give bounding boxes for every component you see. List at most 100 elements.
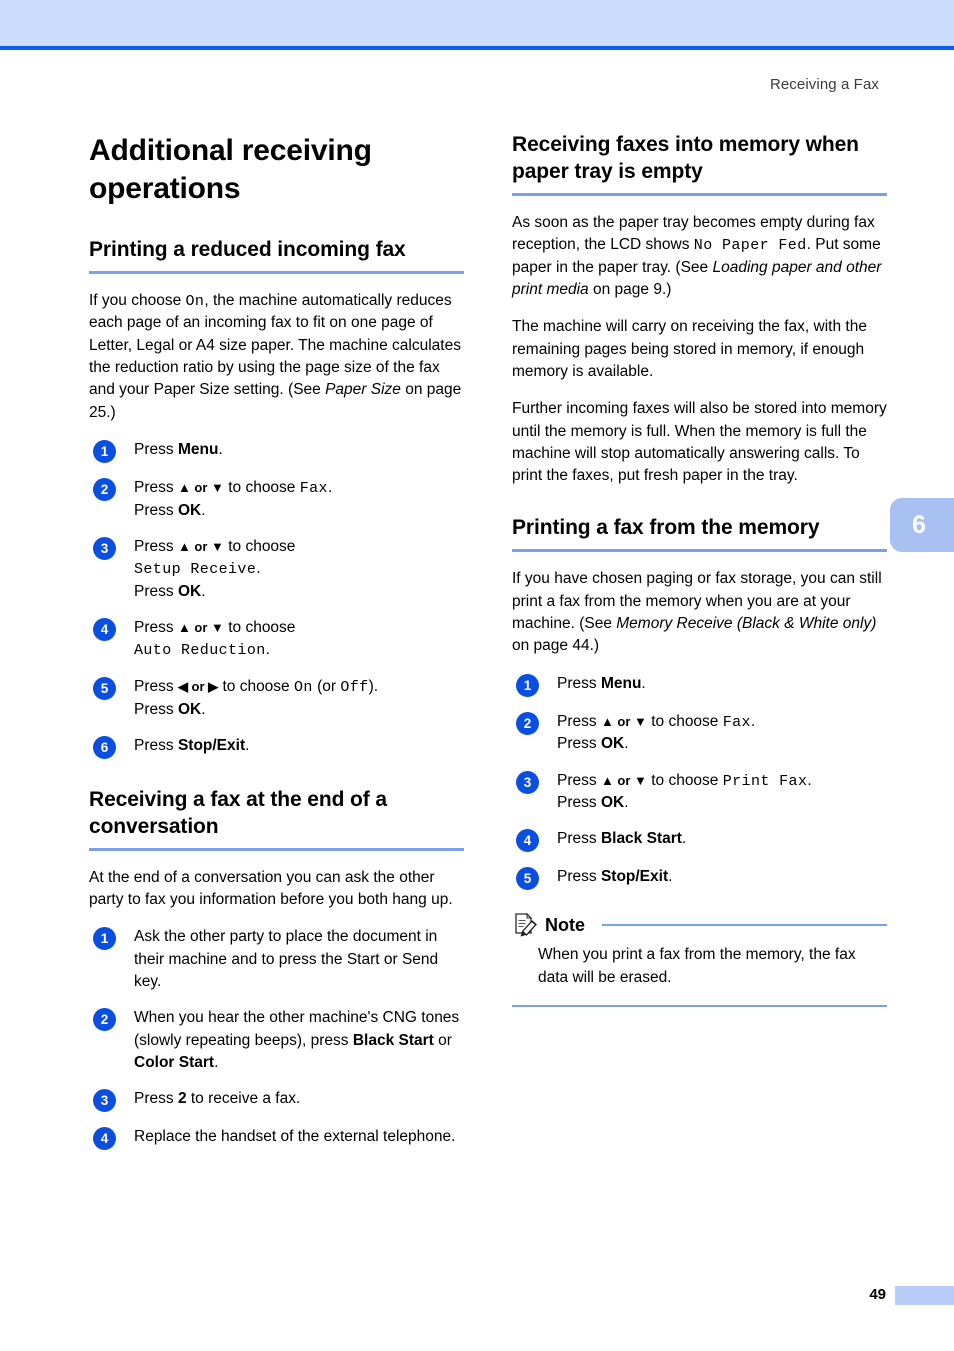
arrow-keys-icon: ◀ or ▶ (177, 679, 219, 695)
section-receiving-faxes-into-memory: Receiving faxes into memory when paper t… (512, 132, 887, 487)
text-run: . (641, 674, 646, 692)
text-run: Press (557, 771, 601, 789)
list-item: 1 Press Menu. (512, 673, 887, 697)
text-run: Press (557, 674, 601, 692)
text-run: Press (134, 537, 178, 555)
arrow-keys-icon: ▲ or ▼ (600, 772, 647, 788)
step-list: 1 Press Menu. 2 Press ▲ or ▼ to choose F… (89, 439, 464, 759)
section-printing-fax-from-memory: Printing a fax from the memory If you ha… (512, 515, 887, 1008)
key-label: Menu (600, 674, 642, 692)
note-bottom-rule (512, 1005, 887, 1008)
step-number-badge: 6 (93, 735, 116, 759)
heading-rule (89, 270, 464, 274)
list-item: 6 Press Stop/Exit. (89, 735, 464, 759)
text-run: . (750, 712, 756, 730)
section-intro-paragraph: If you choose On, the machine automatica… (89, 290, 464, 424)
text-run: . (201, 501, 206, 519)
arrow-keys-icon: ▲ or ▼ (177, 480, 224, 496)
header-band (0, 0, 954, 46)
text-run: If you choose (89, 291, 186, 309)
key-label: Color Start (134, 1053, 215, 1071)
text-run: . (201, 700, 206, 718)
step-list: 1 Press Menu. 2 Press ▲ or ▼ to choose F… (512, 673, 887, 891)
key-label: Black Start (352, 1031, 434, 1049)
list-item: 1 Press Menu. (89, 439, 464, 464)
step-number-badge: 1 (516, 673, 539, 697)
text-run: to choose (223, 619, 296, 637)
list-item: 3 Press ▲ or ▼ to choose Print Fax. Pres… (512, 770, 887, 815)
text-run: (or (312, 678, 341, 696)
step-number-badge: 4 (93, 1127, 116, 1151)
section-heading: Receiving a fax at the end of a conversa… (89, 787, 387, 838)
section-intro-paragraph: If you have chosen paging or fax storage… (512, 568, 887, 657)
paragraph: Further incoming faxes will also be stor… (512, 400, 887, 485)
text-run: Press (134, 736, 178, 754)
section-heading: Receiving faxes into memory when paper t… (512, 133, 859, 183)
text-run: to receive a fax. (186, 1090, 301, 1108)
text-run: on page 9.) (588, 280, 672, 298)
text-run: . (807, 771, 812, 789)
section-receiving-fax-end-of-conversation: Receiving a fax at the end of a conversa… (89, 787, 464, 1151)
step-number-badge: 3 (93, 1089, 116, 1113)
list-item: 5 Press ◀ or ▶ to choose On (or Off). Pr… (89, 676, 464, 721)
arrow-keys-icon: ▲ or ▼ (600, 713, 647, 729)
list-item: 4 Press ▲ or ▼ to choose Auto Reduction. (89, 617, 464, 662)
text-run: . (265, 641, 270, 659)
text-run: Ask the other party to place the documen… (134, 928, 439, 990)
lcd-value: Fax (299, 480, 328, 498)
step-number-badge: 4 (93, 618, 116, 642)
step-number-badge: 5 (516, 867, 539, 891)
list-item: 4 Replace the handset of the external te… (89, 1126, 464, 1151)
text-run: to choose (646, 771, 723, 789)
text-run: or (433, 1031, 452, 1049)
list-item: 1 Ask the other party to place the docum… (89, 926, 464, 993)
text-run: . (327, 479, 333, 497)
list-item: 4 Press Black Start. (512, 828, 887, 853)
step-number-badge: 3 (516, 770, 539, 794)
lcd-value: No Paper Fed (693, 237, 807, 255)
section-heading: Printing a fax from the memory (512, 516, 820, 540)
chapter-tab-number: 6 (912, 510, 926, 539)
step-number-badge: 5 (93, 677, 116, 701)
list-item: 3 Press ▲ or ▼ to choose Setup Receive. … (89, 536, 464, 603)
text-run: . (218, 441, 223, 459)
text-run: Press (557, 830, 601, 848)
cross-reference[interactable]: Memory Receive (Black & White only) (616, 615, 876, 632)
text-run: to choose (223, 479, 300, 497)
text-run: Press (134, 700, 178, 718)
heading-rule (89, 847, 464, 851)
lcd-value: Fax (722, 713, 751, 731)
key-label: OK (177, 700, 202, 718)
text-run: Press (557, 735, 601, 753)
lcd-value: Print Fax (722, 772, 808, 790)
text-run: on page 44.) (512, 637, 600, 655)
list-item: 2 When you hear the other machine's CNG … (89, 1007, 464, 1074)
text-run: . (214, 1053, 219, 1071)
text-run: Press (134, 582, 178, 600)
text-run: . (245, 736, 250, 754)
text-run: Replace the handset of the external tele… (134, 1128, 456, 1146)
text-run: Press (134, 678, 178, 696)
text-run: to choose (218, 678, 294, 696)
note-body-text: When you print a fax from the memory, th… (538, 946, 856, 986)
arrow-keys-icon: ▲ or ▼ (177, 538, 224, 554)
header-rule (0, 46, 954, 50)
step-list: 1 Ask the other party to place the docum… (89, 926, 464, 1151)
heading-rule (512, 192, 887, 196)
text-run: . (201, 582, 206, 600)
lcd-value: On (293, 679, 313, 697)
page-title: Additional receiving operations (89, 134, 372, 205)
key-label: Stop/Exit (600, 868, 669, 886)
list-item: 2 Press ▲ or ▼ to choose Fax. Press OK. (89, 477, 464, 522)
lcd-value: Off (340, 679, 369, 697)
text-run: . (624, 735, 629, 753)
step-number-badge: 4 (516, 829, 539, 853)
list-item: 5 Press Stop/Exit. (512, 866, 887, 891)
step-number-badge: 1 (93, 927, 116, 951)
list-item: 2 Press ▲ or ▼ to choose Fax. Press OK. (512, 711, 887, 756)
step-number-badge: 3 (93, 536, 116, 560)
key-label: OK (177, 501, 202, 519)
cross-reference[interactable]: Paper Size (325, 381, 401, 398)
text-run: Press (557, 868, 601, 886)
section-printing-reduced-incoming-fax: Printing a reduced incoming fax If you c… (89, 237, 464, 759)
